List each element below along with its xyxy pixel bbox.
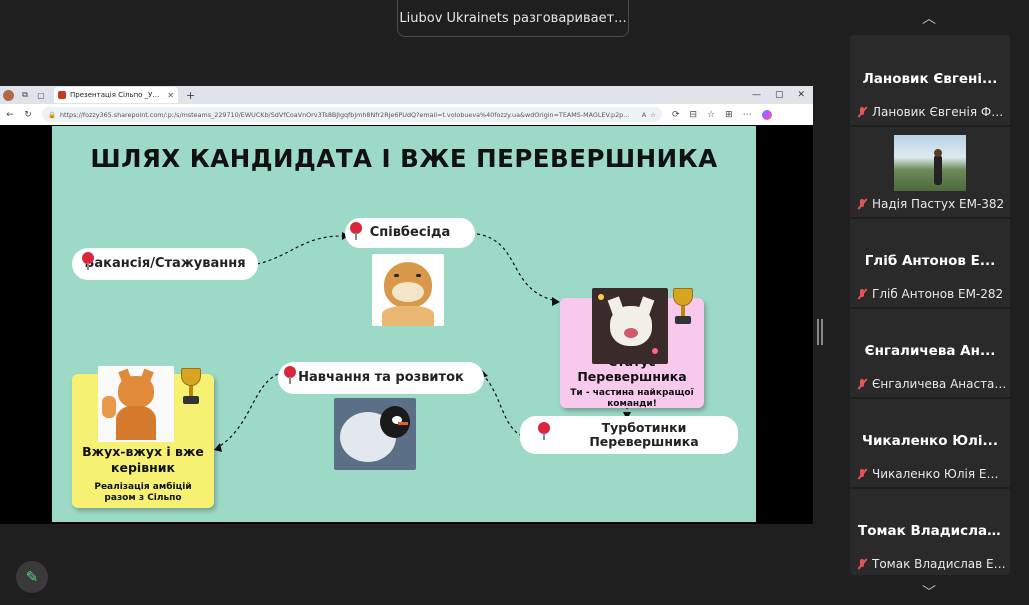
mic-off-icon	[856, 468, 868, 480]
browser-tab-title: Презентація Сільпо _Українець	[70, 91, 163, 99]
close-tab-icon[interactable]: ✕	[167, 91, 174, 100]
maximize-icon[interactable]: ▢	[775, 90, 784, 100]
lock-icon: 🔒	[48, 110, 56, 119]
participant-name: Томак Владисла...	[858, 523, 1003, 539]
pen-icon: ✎	[25, 568, 39, 586]
participant-label: Гліб Антонов ЕМ-282	[856, 287, 1008, 301]
status-card-subtitle: Ти - частина найкращої команди!	[570, 388, 694, 409]
leader-card-title: Вжух-вжух і вже керівник	[82, 444, 204, 475]
browser-tab-presentation[interactable]: Презентація Сільпо _Українець ✕	[54, 87, 178, 103]
browser-toolbar: ⟳ ⊟ ☆ ⊞ ⋯	[672, 109, 772, 120]
mic-off-icon	[856, 288, 868, 300]
participant-label: Єнгаличева Анастасія	[856, 377, 1008, 391]
annotate-button[interactable]: ✎	[16, 561, 48, 593]
trophy-icon	[670, 288, 696, 326]
trophy-icon	[178, 368, 204, 406]
cat-meme-image	[592, 288, 668, 364]
back-icon[interactable]: ←	[2, 110, 18, 120]
mic-off-icon	[856, 106, 868, 118]
browser-tab-bar: ⧉ ▢ Презентація Сільпо _Українець ✕ + — …	[0, 86, 813, 104]
participant-name: Єнгаличева Ан...	[864, 343, 996, 359]
participant-name: Чикаленко Юлі...	[862, 433, 998, 449]
cat-thumbs-up-image	[98, 366, 174, 442]
powerpoint-icon	[58, 91, 66, 99]
pin-icon	[82, 252, 94, 270]
pin-icon	[538, 422, 550, 440]
presentation-slide: ШЛЯХ КАНДИДАТА І ВЖЕ ПЕРЕВЕРШНИКА Ваканс…	[52, 126, 756, 522]
step-vacancy-label: Вакансія/Стажування	[84, 255, 246, 271]
arrowhead-5	[214, 443, 222, 452]
chevron-up-icon[interactable]: ︿	[922, 8, 936, 28]
minimize-icon[interactable]: —	[752, 90, 761, 100]
resize-handle[interactable]	[817, 319, 823, 345]
copilot-icon[interactable]	[761, 109, 772, 120]
refresh-icon[interactable]: ↻	[20, 110, 36, 120]
workspaces-icon[interactable]: ⧉	[20, 90, 30, 100]
window-controls: — ▢ ✕	[752, 90, 813, 100]
new-tab-icon[interactable]: +	[186, 89, 195, 102]
close-window-icon[interactable]: ✕	[797, 90, 805, 100]
favorites-icon[interactable]: ☆	[707, 110, 715, 120]
participant-name: Гліб Антонов Е...	[864, 253, 996, 269]
participant-tile[interactable]: Гліб Антонов Е... Гліб Антонов ЕМ-282	[850, 217, 1010, 307]
arrow-learning-to-leader	[216, 373, 279, 449]
teams-meeting-window: Liubov Ukrainets разговаривает... ⧉ ▢ Пр…	[0, 0, 1029, 605]
step-care-label: Турботинки Перевершника	[589, 419, 699, 449]
leader-card-subtitle: Реалізація амбіцій разом з Сільпо	[94, 482, 192, 503]
extensions-icon[interactable]: ⟳	[672, 110, 680, 120]
read-aloud-icon[interactable]: A	[642, 111, 646, 119]
pin-icon	[284, 366, 296, 384]
arrow-vacancy-to-interview	[256, 235, 343, 265]
participant-tile[interactable]: Чикаленко Юлі... Чикаленко Юлія ЕМ-...	[850, 397, 1010, 487]
more-icon[interactable]: ⋯	[743, 110, 752, 120]
participant-tile[interactable]: Єнгаличева Ан... Єнгаличева Анастасія	[850, 307, 1010, 397]
participant-photo	[894, 135, 966, 191]
mic-off-icon	[856, 198, 868, 210]
participant-tile[interactable]: Лановик Євгені... Лановик Євгенія ФЕБ...	[850, 35, 1010, 125]
step-learning-label: Навчання та розвиток	[298, 369, 464, 385]
speaking-notification-text: Liubov Ukrainets разговаривает...	[399, 10, 627, 26]
url-text: https://fozzy365.sharepoint.com/:p:/s/ms…	[59, 110, 630, 119]
speaking-notification: Liubov Ukrainets разговаривает...	[397, 0, 629, 37]
arrow-interview-to-status	[476, 233, 558, 302]
step-care: Турботинки Перевершника	[520, 416, 738, 454]
profile-avatar[interactable]	[3, 89, 14, 101]
participants-panel: Лановик Євгені... Лановик Євгенія ФЕБ...…	[850, 35, 1010, 575]
chevron-down-icon[interactable]: ﹀	[922, 582, 936, 602]
browser-address-bar: ← ↻ 🔒 https://fozzy365.sharepoint.com/:p…	[0, 104, 813, 125]
tab-actions-icon[interactable]: ▢	[36, 90, 46, 100]
arrowhead-2	[552, 297, 560, 306]
step-interview: Співбесіда	[345, 218, 475, 248]
step-learning: Навчання та розвиток	[278, 362, 484, 394]
participant-label: Лановик Євгенія ФЕБ...	[856, 105, 1008, 119]
collections-icon[interactable]: ⊞	[725, 110, 733, 120]
doge-meme-image	[372, 254, 444, 326]
participant-tile[interactable]: Томак Владисла... Томак Владислав ЕМ...	[850, 487, 1010, 577]
participant-label: Томак Владислав ЕМ...	[856, 557, 1008, 571]
shared-screen: ⧉ ▢ Презентація Сільпо _Українець ✕ + — …	[0, 86, 813, 524]
split-screen-icon[interactable]: ⊟	[690, 110, 698, 120]
mic-off-icon	[856, 558, 868, 570]
participant-name: Лановик Євгені...	[862, 71, 998, 87]
penguin-image	[334, 398, 416, 470]
url-field[interactable]: 🔒 https://fozzy365.sharepoint.com/:p:/s/…	[42, 107, 662, 122]
participant-label: Чикаленко Юлія ЕМ-...	[856, 467, 1008, 481]
arrow-care-to-learning	[483, 375, 523, 437]
pin-icon	[350, 222, 362, 240]
step-vacancy: Вакансія/Стажування	[72, 248, 258, 280]
participant-label: Надія Пастух ЕМ-382	[856, 197, 1008, 211]
step-interview-label: Співбесіда	[369, 224, 451, 240]
mic-off-icon	[856, 378, 868, 390]
participant-tile[interactable]: Надія Пастух ЕМ-382	[850, 127, 1010, 217]
favorite-star-icon[interactable]: ☆	[650, 111, 656, 119]
